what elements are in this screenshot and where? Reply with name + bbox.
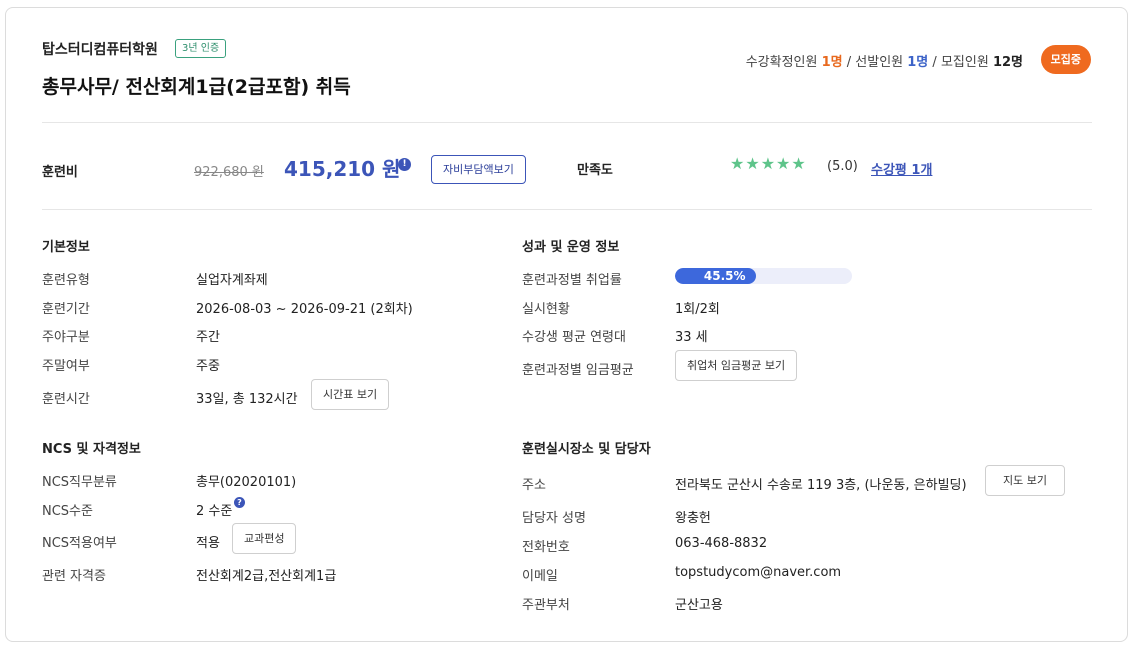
separator: / — [846, 55, 852, 70]
row-label: 수강생 평균 연령대 — [522, 330, 626, 345]
star-rating-icon: ★★★★★ — [730, 154, 807, 173]
employment-rate-text: 45.5% — [703, 269, 746, 283]
row-label: NCS적용여부 — [42, 536, 117, 551]
section-title-performance: 성과 및 운영 정보 — [522, 240, 620, 255]
employment-rate-fill: 45.5% — [675, 268, 756, 284]
recruit-value: 12명 — [992, 55, 1023, 70]
info-icon[interactable]: ! — [398, 158, 411, 171]
row-value: 적용 — [196, 536, 220, 551]
row-label: 주말여부 — [42, 359, 90, 374]
divider — [42, 122, 1092, 123]
confirmed-value: 1명 — [821, 55, 843, 70]
original-price: 922,680 원 — [194, 165, 264, 180]
row-value: 2026-08-03 ~ 2026-09-21 (2회차) — [196, 302, 413, 317]
row-label: 훈련과정별 취업률 — [522, 273, 622, 288]
row-value: 1회/2회 — [675, 302, 720, 317]
row-value: 2 수준 — [196, 504, 233, 519]
row-label: 담당자 성명 — [522, 511, 586, 526]
org-name: 탑스터디컴퓨터학원 — [42, 42, 158, 58]
row-label: 이메일 — [522, 569, 558, 584]
row-value: 063-468-8832 — [675, 536, 768, 551]
row-value: 왕충헌 — [675, 511, 711, 526]
employment-rate-bar: 45.5% — [675, 268, 852, 284]
selected-label: 선발인원 — [855, 55, 904, 70]
enrollment-counts: 수강확정인원 1명 / 선발인원 1명 / 모집인원 12명 — [746, 51, 1023, 70]
fee-label: 훈련비 — [42, 165, 78, 180]
self-pay-button[interactable]: 자비부담액보기 — [431, 155, 526, 184]
help-icon[interactable]: ? — [234, 497, 245, 508]
section-title-ncs: NCS 및 자격정보 — [42, 442, 141, 457]
divider — [42, 209, 1092, 210]
timetable-button[interactable]: 시간표 보기 — [311, 379, 390, 410]
selected-value: 1명 — [907, 55, 929, 70]
row-value: 군산고용 — [675, 598, 723, 613]
row-value: 전라북도 군산시 수송로 119 3층, (나운동, 은하빌딩) — [675, 478, 967, 493]
satisfaction-label: 만족도 — [577, 163, 613, 178]
review-link[interactable]: 수강평 1개 — [871, 159, 932, 178]
status-badge: 모집중 — [1040, 45, 1091, 74]
row-label: 훈련기간 — [42, 302, 90, 317]
course-title: 총무사무/ 전산회계1급(2급포함) 취득 — [42, 76, 351, 98]
row-value: 33 세 — [675, 330, 708, 345]
row-label: 훈련시간 — [42, 392, 90, 407]
row-value: 33일, 총 132시간 — [196, 392, 298, 407]
row-value: 총무(02020101) — [196, 475, 297, 490]
section-title-location: 훈련실시장소 및 담당자 — [522, 442, 651, 457]
row-label: 전화번호 — [522, 540, 570, 555]
wage-average-button[interactable]: 취업처 임금평균 보기 — [675, 350, 798, 381]
discounted-price: 415,210 원 — [284, 157, 401, 181]
row-label: 주야구분 — [42, 330, 90, 345]
confirmed-label: 수강확정인원 — [745, 55, 818, 70]
cert-badge: 3년 인증 — [175, 39, 227, 58]
row-label: NCS직무분류 — [42, 475, 117, 490]
recruit-label: 모집인원 — [940, 55, 989, 70]
row-label: 훈련과정별 임금평균 — [522, 363, 634, 378]
row-label: NCS수준 — [42, 504, 93, 519]
section-title-basic: 기본정보 — [42, 240, 90, 255]
course-detail-card: 탑스터디컴퓨터학원 3년 인증 총무사무/ 전산회계1급(2급포함) 취득 수강… — [5, 7, 1128, 642]
row-value: 실업자계좌제 — [196, 273, 268, 288]
row-label: 주관부처 — [522, 598, 570, 613]
row-label: 주소 — [522, 478, 546, 493]
row-value: 주중 — [196, 359, 220, 374]
satisfaction-score: (5.0) — [827, 159, 858, 174]
row-value: topstudycom@naver.com — [675, 565, 842, 580]
row-label: 훈련유형 — [42, 273, 90, 288]
map-button[interactable]: 지도 보기 — [985, 465, 1065, 496]
row-label: 관련 자격증 — [42, 569, 106, 584]
row-label: 실시현황 — [522, 302, 570, 317]
separator: / — [932, 55, 937, 70]
curriculum-button[interactable]: 교과편성 — [232, 523, 297, 554]
row-value: 주간 — [196, 330, 220, 345]
row-value: 전산회계2급,전산회계1급 — [196, 569, 337, 584]
